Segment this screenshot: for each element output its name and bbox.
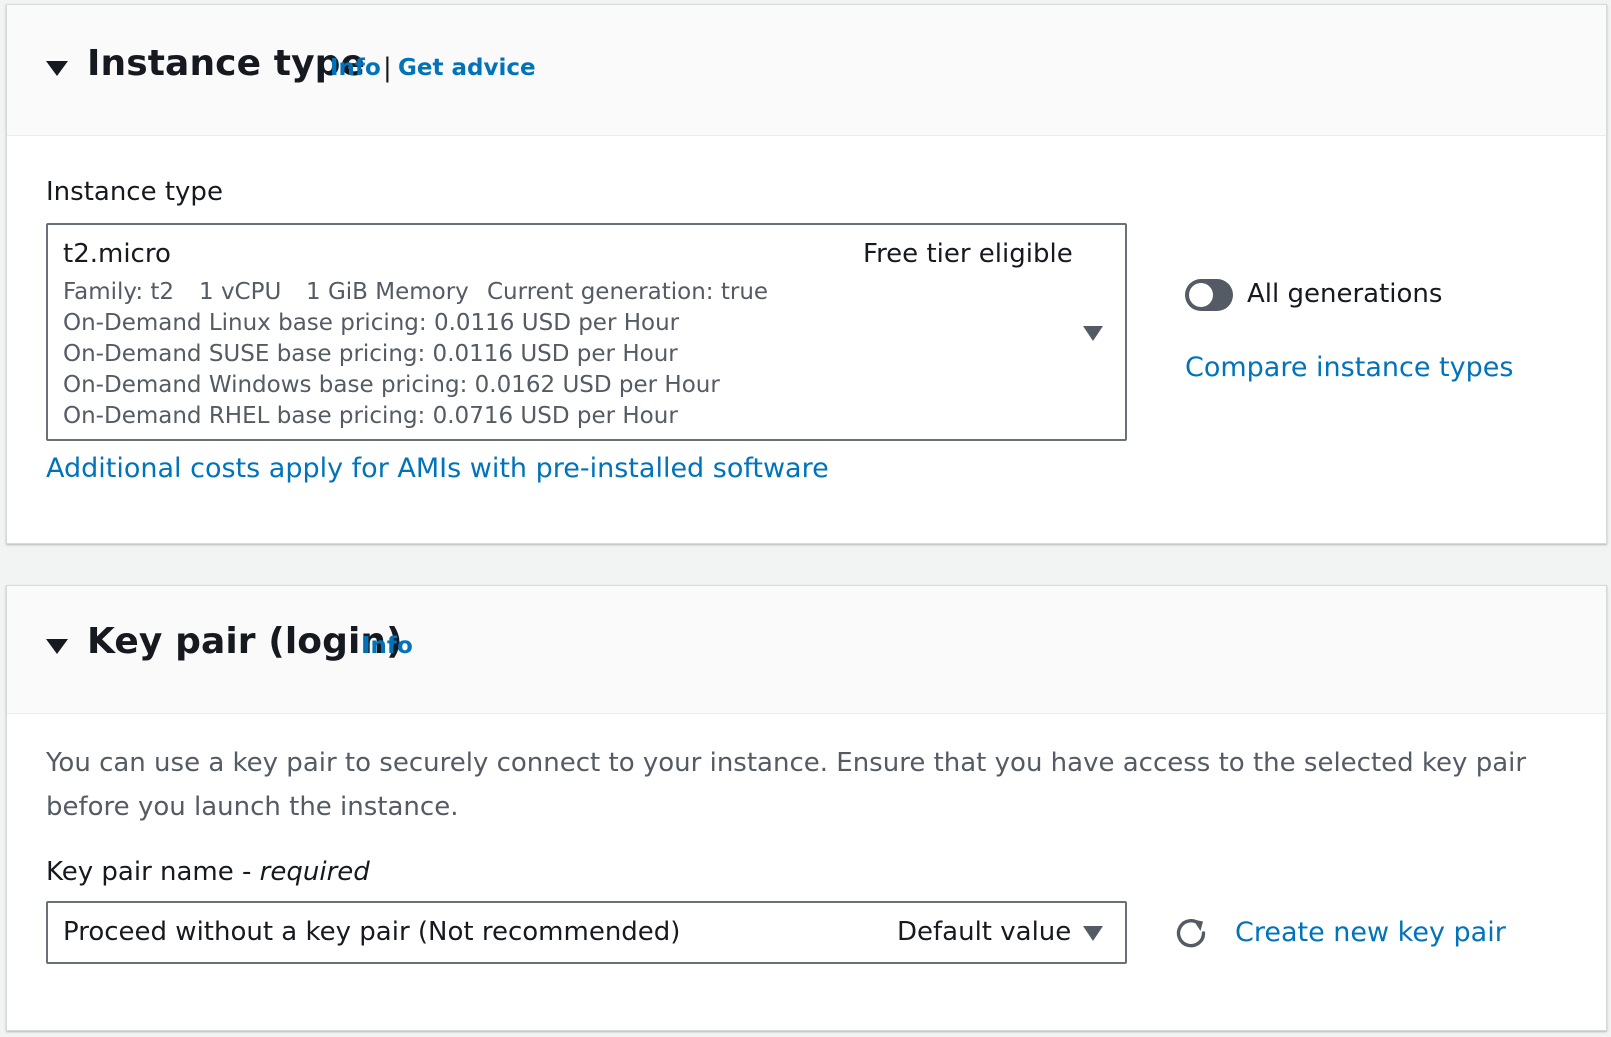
key-pair-info-link[interactable]: Info xyxy=(362,633,413,659)
additional-costs-link[interactable]: Additional costs apply for AMIs with pre… xyxy=(46,453,829,484)
instance-name: t2.micro xyxy=(63,239,171,269)
instance-type-select[interactable]: t2.micro Free tier eligible Family: t2 1… xyxy=(46,223,1127,441)
toggle-knob xyxy=(1189,283,1213,307)
dropdown-caret-icon xyxy=(1083,926,1103,941)
instance-type-panel: Instance type Info | Get advice Instance… xyxy=(6,4,1607,544)
get-advice-link[interactable]: Get advice xyxy=(398,55,536,81)
instance-generation: Current generation: true xyxy=(487,279,769,305)
dropdown-caret-icon xyxy=(1083,326,1103,341)
instance-type-title: Instance type xyxy=(87,43,366,84)
all-generations-toggle[interactable] xyxy=(1185,279,1233,311)
pricing-linux: On-Demand Linux base pricing: 0.0116 USD… xyxy=(63,310,680,336)
key-pair-select[interactable]: Proceed without a key pair (Not recommen… xyxy=(46,901,1127,964)
pricing-suse: On-Demand SUSE base pricing: 0.0116 USD … xyxy=(63,341,678,367)
key-pair-selected-value: Proceed without a key pair (Not recommen… xyxy=(63,917,681,947)
header-separator: | xyxy=(383,53,392,83)
key-pair-description: You can use a key pair to securely conne… xyxy=(46,748,1527,822)
instance-type-header[interactable]: Instance type Info | Get advice xyxy=(7,5,1606,136)
collapse-caret-icon[interactable] xyxy=(46,61,68,76)
key-pair-label-text: Key pair name - xyxy=(46,857,260,887)
instance-vcpu: 1 vCPU xyxy=(199,279,282,305)
compare-instance-types-link[interactable]: Compare instance types xyxy=(1185,352,1513,383)
key-pair-title: Key pair (login) xyxy=(87,621,403,662)
key-pair-panel: Key pair (login) Info You can use a key … xyxy=(6,585,1607,1031)
pricing-rhel: On-Demand RHEL base pricing: 0.0716 USD … xyxy=(63,403,678,429)
free-tier-badge: Free tier eligible xyxy=(863,239,1073,269)
pricing-windows: On-Demand Windows base pricing: 0.0162 U… xyxy=(63,372,720,398)
default-value-badge: Default value xyxy=(897,917,1072,947)
instance-type-info-link[interactable]: Info xyxy=(330,55,381,81)
all-generations-label: All generations xyxy=(1247,279,1443,309)
key-pair-header[interactable]: Key pair (login) Info xyxy=(7,586,1606,714)
collapse-caret-icon[interactable] xyxy=(46,639,68,654)
create-new-key-pair-link[interactable]: Create new key pair xyxy=(1235,917,1506,948)
key-pair-field-label: Key pair name - required xyxy=(46,857,370,887)
instance-family: Family: t2 xyxy=(63,279,175,305)
instance-memory: 1 GiB Memory xyxy=(306,279,469,305)
required-marker: required xyxy=(259,857,370,887)
refresh-icon[interactable] xyxy=(1173,915,1209,951)
instance-type-field-label: Instance type xyxy=(46,177,223,207)
